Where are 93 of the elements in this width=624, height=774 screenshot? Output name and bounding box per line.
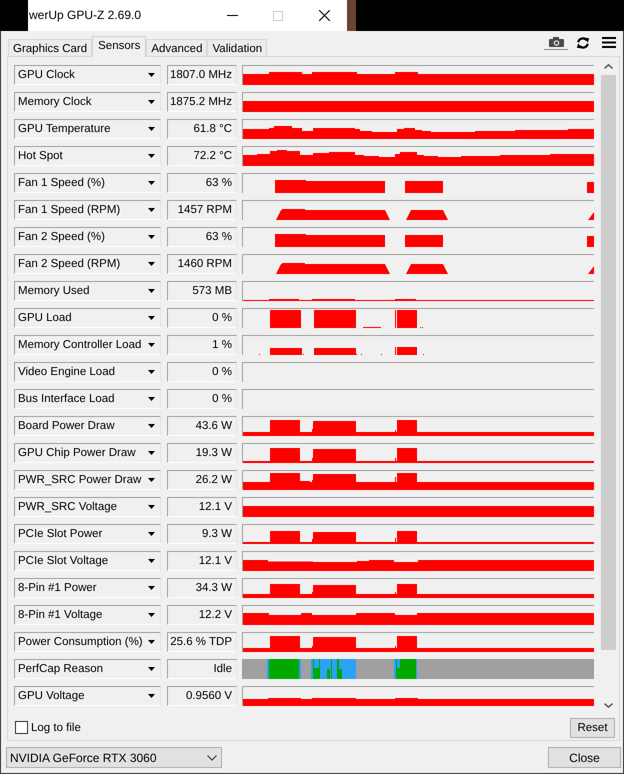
sensor-select[interactable]: GPU Load bbox=[14, 308, 161, 328]
caret-icon bbox=[148, 289, 155, 293]
sensor-reading: 34.3 W bbox=[167, 578, 237, 598]
sensor-reading: 63 % bbox=[167, 173, 237, 193]
sensor-reading: 1457 RPM bbox=[167, 200, 237, 220]
sensor-reading: 1 % bbox=[167, 335, 237, 355]
reset-button[interactable]: Reset bbox=[570, 718, 615, 738]
refresh-icon[interactable] bbox=[576, 37, 590, 49]
sensor-reading: 9.3 W bbox=[167, 524, 237, 544]
sensor-select[interactable]: Memory Controller Load bbox=[14, 335, 161, 355]
sensor-reading: 72.2 °C bbox=[167, 146, 237, 166]
sensor-select[interactable]: PCIe Slot Power bbox=[14, 524, 161, 544]
sensor-select[interactable]: Fan 2 Speed (%) bbox=[14, 227, 161, 247]
sensor-select[interactable]: 8-Pin #1 Power bbox=[14, 578, 161, 598]
sensor-reading: 12.1 V bbox=[167, 551, 237, 571]
sensor-select[interactable]: Fan 1 Speed (%) bbox=[14, 173, 161, 193]
caret-icon bbox=[148, 451, 155, 455]
caret-icon bbox=[148, 154, 155, 158]
tab[interactable]: Advanced bbox=[146, 39, 208, 57]
sensor-select[interactable]: Hot Spot bbox=[14, 146, 161, 166]
sensor-select[interactable]: GPU Chip Power Draw bbox=[14, 443, 161, 463]
caret-icon bbox=[148, 127, 155, 131]
tab[interactable]: Sensors bbox=[92, 36, 146, 57]
caret-icon bbox=[148, 235, 155, 239]
sensor-reading: 43.6 W bbox=[167, 416, 237, 436]
caret-icon bbox=[148, 532, 155, 536]
sensor-reading: 1807.0 MHz bbox=[167, 65, 237, 85]
caret-icon bbox=[148, 343, 155, 347]
sensor-reading: 0.9560 V bbox=[167, 686, 237, 706]
scrollbar-thumb[interactable] bbox=[601, 75, 616, 650]
sensor-select[interactable]: GPU Clock bbox=[14, 65, 161, 85]
camera-icon[interactable] bbox=[544, 37, 568, 50]
scroll-up-icon[interactable] bbox=[604, 64, 613, 69]
sensor-reading: 0 % bbox=[167, 308, 237, 328]
caret-icon bbox=[148, 262, 155, 266]
caret-icon bbox=[148, 613, 155, 617]
caret-icon bbox=[148, 586, 155, 590]
sensor-reading: 1460 RPM bbox=[167, 254, 237, 274]
minimize-icon bbox=[226, 15, 238, 16]
sensor-select[interactable]: Fan 2 Speed (RPM) bbox=[14, 254, 161, 274]
scroll-down-icon[interactable] bbox=[604, 703, 613, 708]
sensor-reading: 26.2 W bbox=[167, 470, 237, 490]
close-window-button[interactable]: Close bbox=[548, 747, 621, 768]
close-icon bbox=[318, 10, 330, 21]
caret-icon bbox=[148, 667, 155, 671]
sensor-select[interactable]: Bus Interface Load bbox=[14, 389, 161, 409]
sensor-select[interactable]: 8-Pin #1 Voltage bbox=[14, 605, 161, 625]
caret-icon bbox=[148, 370, 155, 374]
sensor-select[interactable]: GPU Voltage bbox=[14, 686, 161, 706]
tab[interactable]: Graphics Card bbox=[8, 39, 92, 57]
window-title: werUp GPU-Z 2.69.0 bbox=[28, 7, 142, 24]
sensor-reading: 0 % bbox=[167, 389, 237, 409]
maximize-icon bbox=[273, 10, 283, 20]
log-to-file-label[interactable]: Log to file bbox=[31, 722, 81, 734]
sensor-select[interactable]: PWR_SRC Voltage bbox=[14, 497, 161, 517]
caret-icon bbox=[148, 208, 155, 212]
sensor-select[interactable]: PCIe Slot Voltage bbox=[14, 551, 161, 571]
caret-icon bbox=[148, 181, 155, 185]
sensor-reading: 19.3 W bbox=[167, 443, 237, 463]
chevron-down-icon bbox=[207, 754, 217, 760]
sensor-reading: 61.8 °C bbox=[167, 119, 237, 139]
caret-icon bbox=[148, 73, 155, 77]
log-to-file-checkbox[interactable] bbox=[15, 721, 28, 734]
sensor-select[interactable]: Memory Clock bbox=[14, 92, 161, 112]
sensor-select[interactable]: Memory Used bbox=[14, 281, 161, 301]
sensor-select[interactable]: GPU Temperature bbox=[14, 119, 161, 139]
caret-icon bbox=[148, 640, 155, 644]
sensor-reading: 12.2 V bbox=[167, 605, 237, 625]
caret-icon bbox=[148, 559, 155, 563]
caret-icon bbox=[148, 424, 155, 428]
sensor-select[interactable]: PerfCap Reason bbox=[14, 659, 161, 679]
sensor-reading: 12.1 V bbox=[167, 497, 237, 517]
caret-icon bbox=[148, 100, 155, 104]
caret-icon bbox=[148, 397, 155, 401]
caret-icon bbox=[148, 505, 155, 509]
sensor-select[interactable]: Fan 1 Speed (RPM) bbox=[14, 200, 161, 220]
tab[interactable]: Validation bbox=[207, 39, 268, 57]
sensor-select[interactable]: Power Consumption (%) bbox=[14, 632, 161, 652]
sensor-select[interactable]: PWR_SRC Power Draw bbox=[14, 470, 161, 490]
sensor-reading: 573 MB bbox=[167, 281, 237, 301]
wallpaper-strip bbox=[347, 0, 356, 31]
sensor-select[interactable]: Video Engine Load bbox=[14, 362, 161, 382]
caret-icon bbox=[148, 478, 155, 482]
menu-icon[interactable] bbox=[602, 37, 616, 48]
gpu-select[interactable]: NVIDIA GeForce RTX 3060 bbox=[6, 747, 222, 768]
sensor-reading: 63 % bbox=[167, 227, 237, 247]
sensor-reading: 1875.2 MHz bbox=[167, 92, 237, 112]
sensor-reading: Idle bbox=[167, 659, 237, 679]
sensor-reading: 25.6 % TDP bbox=[167, 632, 237, 652]
caret-icon bbox=[148, 694, 155, 698]
sensor-reading: 0 % bbox=[167, 362, 237, 382]
caret-icon bbox=[148, 316, 155, 320]
sensor-select[interactable]: Board Power Draw bbox=[14, 416, 161, 436]
